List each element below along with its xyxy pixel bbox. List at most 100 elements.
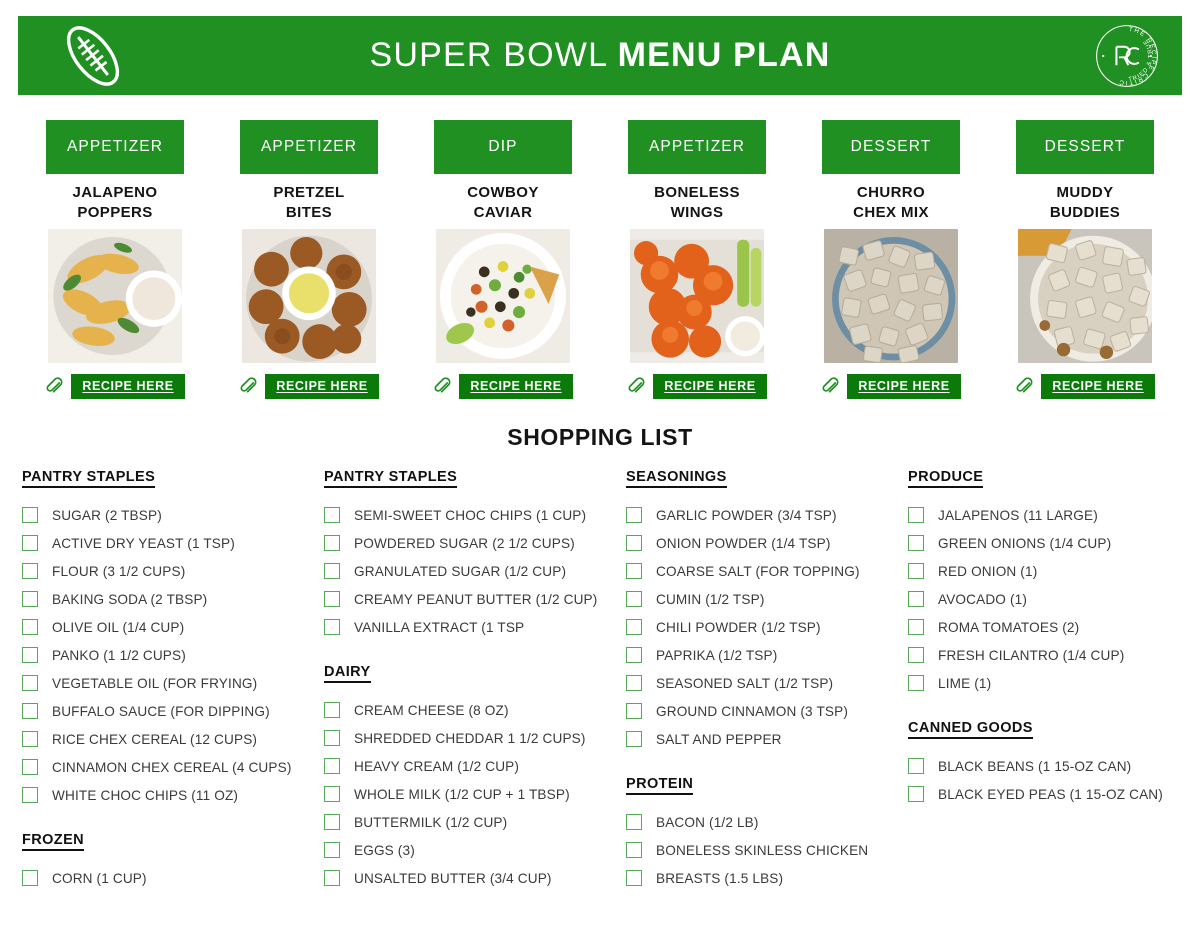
- card-title: BONELESS WINGS: [654, 183, 740, 223]
- item-checkbox[interactable]: [324, 535, 340, 551]
- item-checkbox[interactable]: [626, 563, 642, 579]
- recipe-here-button[interactable]: RECIPE HERE: [653, 373, 767, 399]
- shopping-list-item: FLOUR (3 1/2 CUPS): [22, 557, 316, 585]
- item-checkbox[interactable]: [22, 731, 38, 747]
- shopping-column: PANTRY STAPLES SEMI-SWEET CHOC CHIPS (1 …: [324, 468, 626, 892]
- item-checkbox[interactable]: [22, 647, 38, 663]
- item-checkbox[interactable]: [324, 758, 340, 774]
- item-checkbox[interactable]: [324, 842, 340, 858]
- item-checkbox[interactable]: [324, 619, 340, 635]
- card-category-label: APPETIZER: [260, 138, 358, 155]
- card-title-line2: BUDDIES: [1049, 203, 1121, 221]
- shopping-list-item: OLIVE OIL (1/4 CUP): [22, 613, 316, 641]
- item-checkbox[interactable]: [22, 535, 38, 551]
- item-checkbox[interactable]: [22, 703, 38, 719]
- item-checkbox[interactable]: [324, 563, 340, 579]
- section-heading: PROTEIN: [626, 776, 694, 795]
- item-checkbox[interactable]: [324, 591, 340, 607]
- item-checkbox[interactable]: [908, 563, 924, 579]
- recipe-here-button[interactable]: RECIPE HERE: [459, 373, 573, 399]
- shopping-list-columns: PANTRY STAPLES SUGAR (2 TBSP) ACTIVE DRY Y…: [22, 468, 1182, 892]
- item-checkbox[interactable]: [626, 535, 642, 551]
- item-checkbox[interactable]: [908, 786, 924, 802]
- item-label: GROUND CINNAMON (3 TSP): [656, 703, 849, 719]
- item-checkbox[interactable]: [22, 787, 38, 803]
- shopping-section: DAIRY CREAM CHEESE (8 OZ) SHREDDED CHEDDA…: [324, 663, 618, 892]
- item-checkbox[interactable]: [626, 507, 642, 523]
- cowboy-caviar-photo: [436, 228, 570, 363]
- shopping-list-item: BUTTERMILK (1/2 CUP): [324, 808, 618, 836]
- recipe-link-row: RECIPE HERE: [239, 373, 379, 399]
- card-category-chip: APPETIZER: [46, 120, 184, 174]
- shopping-list-item: WHITE CHOC CHIPS (11 OZ): [22, 781, 316, 809]
- recipe-here-button[interactable]: RECIPE HERE: [1041, 373, 1155, 399]
- item-checkbox[interactable]: [626, 647, 642, 663]
- item-checkbox[interactable]: [324, 786, 340, 802]
- card-title-line2: BITES: [285, 203, 333, 221]
- item-label: WHOLE MILK (1/2 CUP + 1 TBSP): [354, 786, 570, 802]
- card-title: COWBOY CAVIAR: [467, 183, 539, 223]
- item-checkbox[interactable]: [324, 870, 340, 886]
- shopping-list-item: CHILI POWDER (1/2 TSP): [626, 613, 900, 641]
- shopping-list-item: LIME (1): [908, 669, 1174, 697]
- shopping-list-item: BONELESS SKINLESS CHICKEN: [626, 836, 900, 864]
- item-checkbox[interactable]: [626, 703, 642, 719]
- shopping-list-item: GRANULATED SUGAR (1/2 CUP): [324, 557, 618, 585]
- item-checkbox[interactable]: [908, 619, 924, 635]
- item-checkbox[interactable]: [626, 675, 642, 691]
- shopping-list-item: RED ONION (1): [908, 557, 1174, 585]
- item-checkbox[interactable]: [22, 563, 38, 579]
- item-checkbox[interactable]: [324, 730, 340, 746]
- recipe-here-button[interactable]: RECIPE HERE: [265, 373, 379, 399]
- item-checkbox[interactable]: [908, 758, 924, 774]
- shopping-list-item: CREAM CHEESE (8 OZ): [324, 696, 618, 724]
- shopping-list-item: BAKING SODA (2 TBSP): [22, 585, 316, 613]
- item-label: JALAPENOS (11 LARGE): [938, 507, 1098, 523]
- shopping-list-item: CINNAMON CHEX CEREAL (4 CUPS): [22, 753, 316, 781]
- card-category-label: DESSERT: [1044, 138, 1126, 155]
- shopping-list-item: RICE CHEX CEREAL (12 CUPS): [22, 725, 316, 753]
- card-title: JALAPENO POPPERS: [73, 183, 158, 223]
- item-checkbox[interactable]: [626, 814, 642, 830]
- item-checkbox[interactable]: [908, 535, 924, 551]
- menu-card: DESSERT CHURRO CHEX MIX RECIPE HERE: [794, 120, 988, 405]
- recipe-link-row: RECIPE HERE: [433, 373, 573, 399]
- shopping-list-item: GROUND CINNAMON (3 TSP): [626, 697, 900, 725]
- menu-cards: APPETIZER JALAPENO POPPERS RECIPE HERE A…: [18, 120, 1182, 405]
- item-checkbox[interactable]: [908, 647, 924, 663]
- item-checkbox[interactable]: [626, 619, 642, 635]
- item-checkbox[interactable]: [22, 591, 38, 607]
- item-checkbox[interactable]: [22, 759, 38, 775]
- shopping-column: PANTRY STAPLES SUGAR (2 TBSP) ACTIVE DRY Y…: [22, 468, 324, 892]
- item-checkbox[interactable]: [324, 702, 340, 718]
- item-label: POWDERED SUGAR (2 1/2 CUPS): [354, 535, 575, 551]
- recipe-here-button[interactable]: RECIPE HERE: [71, 373, 185, 399]
- item-checkbox[interactable]: [324, 814, 340, 830]
- item-checkbox[interactable]: [22, 507, 38, 523]
- item-checkbox[interactable]: [626, 731, 642, 747]
- item-checkbox[interactable]: [626, 842, 642, 858]
- item-checkbox[interactable]: [908, 591, 924, 607]
- churro-chex-mix-photo: [824, 228, 958, 363]
- item-label: VEGETABLE OIL (FOR FRYING): [52, 675, 258, 691]
- item-label: BONELESS SKINLESS CHICKEN: [656, 842, 869, 858]
- item-checkbox[interactable]: [626, 591, 642, 607]
- shopping-list-item: BLACK EYED PEAS (1 15-OZ CAN): [908, 780, 1174, 808]
- item-checkbox[interactable]: [626, 870, 642, 886]
- recipe-link-row: RECIPE HERE: [1015, 373, 1155, 399]
- item-checkbox[interactable]: [22, 675, 38, 691]
- item-checkbox[interactable]: [324, 507, 340, 523]
- paperclip-icon: [821, 376, 840, 396]
- card-title-line1: COWBOY: [467, 184, 539, 201]
- page-title-bold: MENU PLAN: [617, 36, 831, 74]
- item-checkbox[interactable]: [908, 675, 924, 691]
- recipe-here-button[interactable]: RECIPE HERE: [847, 373, 961, 399]
- item-checkbox[interactable]: [908, 507, 924, 523]
- item-checkbox[interactable]: [22, 870, 38, 886]
- item-label: PANKO (1 1/2 CUPS): [52, 647, 186, 663]
- card-category-label: APPETIZER: [66, 138, 164, 155]
- shopping-column: PRODUCE JALAPENOS (11 LARGE) GREEN ONIONS …: [908, 468, 1182, 892]
- card-category-chip: DESSERT: [1016, 120, 1154, 174]
- section-heading: SEASONINGS: [626, 469, 727, 488]
- item-checkbox[interactable]: [22, 619, 38, 635]
